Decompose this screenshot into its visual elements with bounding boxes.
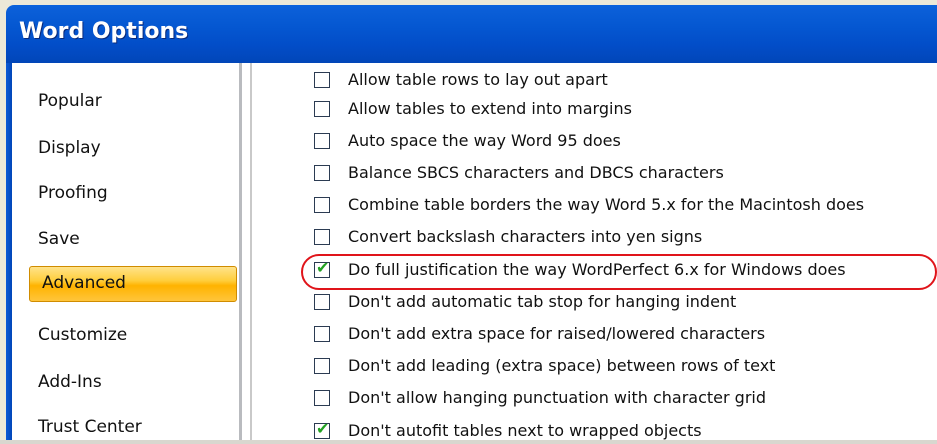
option-label: Combine table borders the way Word 5.x f…	[348, 195, 865, 214]
option-no-hanging-punctuation[interactable]: Don't allow hanging punctuation with cha…	[314, 388, 937, 413]
option-label: Don't allow hanging punctuation with cha…	[348, 388, 766, 407]
sidebar-item-save[interactable]: Save	[38, 222, 228, 256]
option-label: Don't autofit tables next to wrapped obj…	[348, 421, 702, 440]
sidebar-item-label: Advanced	[42, 273, 126, 293]
sidebar-item-customize[interactable]: Customize	[38, 318, 228, 352]
option-convert-backslash-yen[interactable]: Convert backslash characters into yen si…	[314, 227, 937, 252]
checkbox[interactable]	[314, 229, 330, 245]
option-label: Don't add automatic tab stop for hanging…	[348, 292, 737, 311]
advanced-options-list[interactable]: Allow table rows to lay out apart Allow …	[252, 63, 937, 440]
option-label: Convert backslash characters into yen si…	[348, 227, 703, 246]
option-label: Allow tables to extend into margins	[348, 99, 632, 118]
sidebar-item-label: Popular	[38, 91, 102, 111]
option-label: Don't add extra space for raised/lowered…	[348, 324, 766, 343]
option-combine-table-borders[interactable]: Combine table borders the way Word 5.x f…	[314, 195, 937, 220]
sidebar-item-popular[interactable]: Popular	[38, 84, 228, 118]
sidebar-item-label: Add-Ins	[38, 372, 102, 392]
sidebar-item-add-ins[interactable]: Add-Ins	[38, 365, 228, 399]
sidebar-item-proofing[interactable]: Proofing	[38, 176, 228, 210]
option-no-leading-between-rows[interactable]: Don't add leading (extra space) between …	[314, 356, 937, 381]
option-balance-sbcs-dbcs[interactable]: Balance SBCS characters and DBCS charact…	[314, 163, 937, 188]
option-auto-space-word-95[interactable]: Auto space the way Word 95 does	[314, 131, 937, 156]
window-title: Word Options	[19, 19, 189, 44]
sidebar-item-label: Save	[38, 229, 80, 249]
checkbox-checked[interactable]: ✔	[314, 419, 330, 439]
sidebar-item-advanced[interactable]: Advanced	[29, 266, 237, 302]
checkbox[interactable]	[314, 197, 330, 213]
option-allow-table-rows-lay-out-apart[interactable]: Allow table rows to lay out apart	[314, 70, 937, 95]
sidebar-item-label: Trust Center	[38, 417, 142, 437]
check-mark-icon: ✔	[316, 419, 330, 438]
option-label: Balance SBCS characters and DBCS charact…	[348, 163, 724, 182]
checkbox[interactable]	[314, 326, 330, 342]
sidebar-item-label: Customize	[38, 325, 128, 345]
checkbox[interactable]	[314, 358, 330, 374]
option-label: Don't add leading (extra space) between …	[348, 356, 776, 375]
option-allow-tables-extend-margins[interactable]: Allow tables to extend into margins	[314, 99, 937, 124]
checkbox[interactable]	[314, 101, 330, 117]
checkbox[interactable]	[314, 390, 330, 406]
sidebar-item-display[interactable]: Display	[38, 131, 228, 165]
checkbox[interactable]	[314, 165, 330, 181]
option-no-extra-space-raised-lowered[interactable]: Don't add extra space for raised/lowered…	[314, 324, 937, 349]
option-no-autofit-tables-wrapped[interactable]: ✔ Don't autofit tables next to wrapped o…	[314, 419, 937, 440]
word-options-window: Word Options Popular Display Proofing Sa…	[0, 0, 937, 440]
option-label: Allow table rows to lay out apart	[348, 70, 608, 89]
checkbox[interactable]	[314, 72, 330, 88]
title-bar[interactable]: Word Options	[6, 5, 937, 63]
sidebar-item-trust-center[interactable]: Trust Center	[38, 410, 228, 444]
sidebar-item-label: Display	[38, 138, 101, 158]
checkbox[interactable]	[314, 133, 330, 149]
sidebar-gap	[242, 63, 250, 440]
checkbox[interactable]	[314, 294, 330, 310]
option-no-automatic-tab-stop[interactable]: Don't add automatic tab stop for hanging…	[314, 292, 937, 317]
option-label: Auto space the way Word 95 does	[348, 131, 621, 150]
sidebar-item-label: Proofing	[38, 183, 108, 203]
highlight-annotation	[301, 254, 937, 290]
